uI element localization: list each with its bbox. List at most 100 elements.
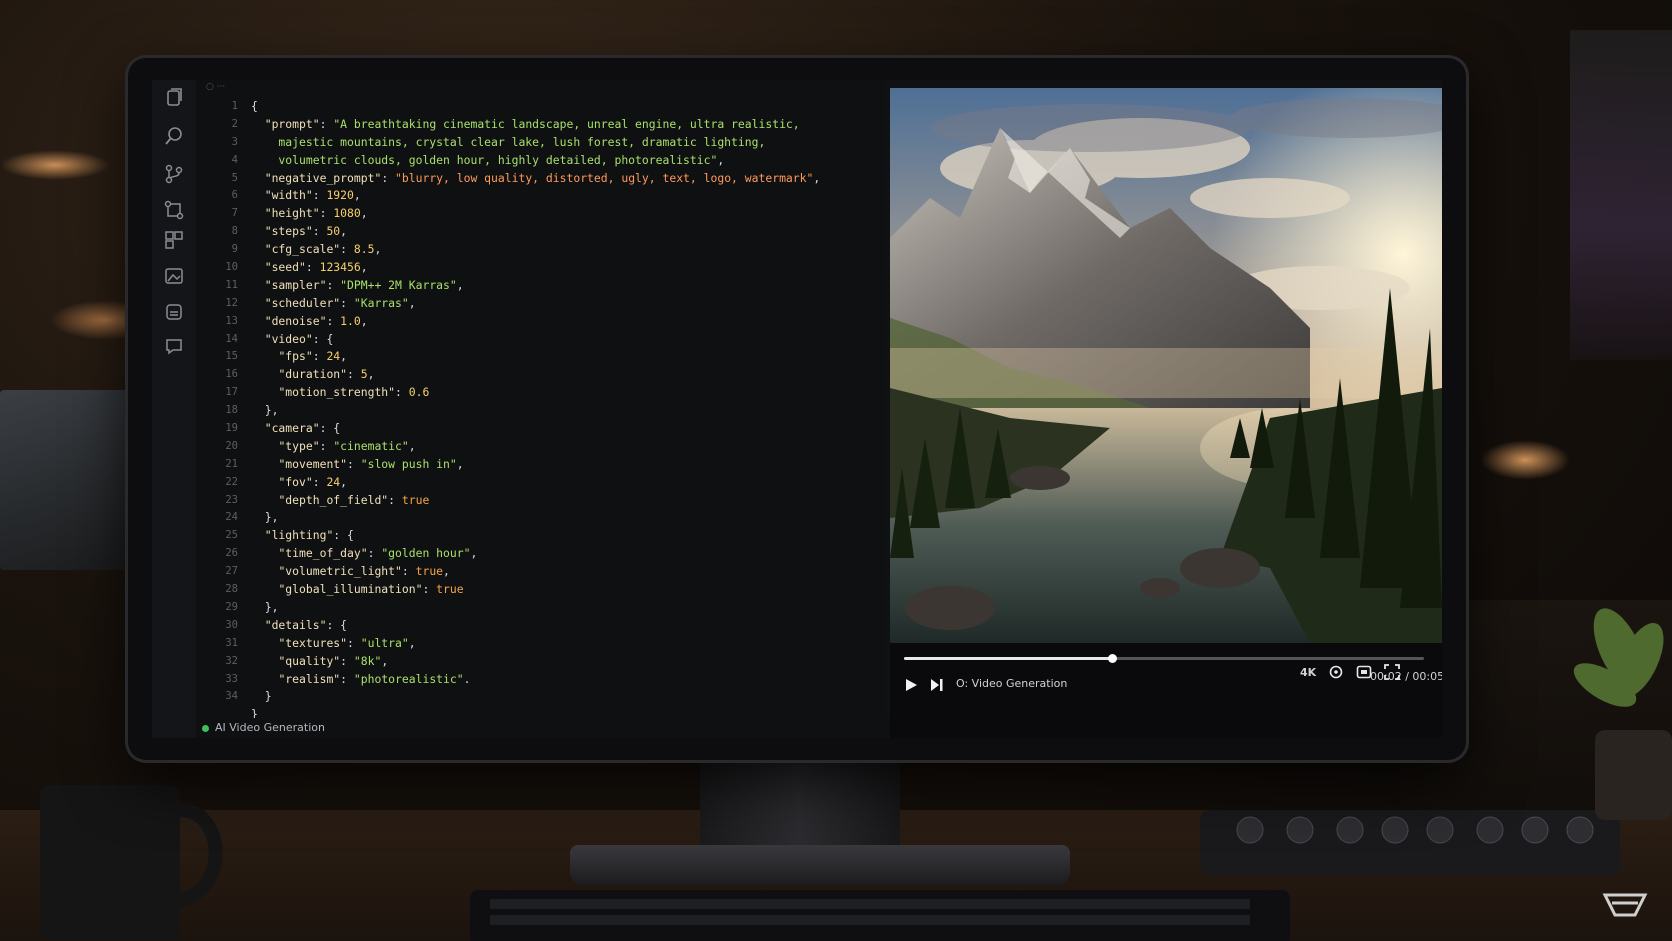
code-token: true [436,582,464,597]
code-line[interactable]: "sampler": "DPM++ 2M Karras", [251,277,881,295]
code-token: "seed" [264,260,306,275]
code-line[interactable]: "negative_prompt": "blurry, low quality,… [251,170,881,188]
code-line[interactable]: "prompt": "A breathtaking cinematic land… [251,116,881,134]
line-number: 12 [225,296,238,309]
code-token: "cfg_scale" [264,242,341,257]
code-token: "scheduler" [264,295,341,310]
code-token: : [347,635,361,650]
code-token: "negative_prompt" [264,170,382,185]
line-number: 32 [225,654,238,667]
code-line[interactable]: "time_of_day": "golden hour", [251,545,881,563]
code-line[interactable]: "seed": 123456, [251,259,881,277]
code-line[interactable]: "scheduler": "Karras", [251,295,881,313]
code-line[interactable]: }, [251,509,881,527]
code-token: "Karras" [353,295,409,310]
code-line[interactable]: "type": "cinematic", [251,438,881,456]
code-token: "slow push in" [360,456,457,471]
search-icon[interactable] [163,126,185,148]
code-line[interactable]: "cfg_scale": 8.5, [251,241,881,259]
run-debug-icon[interactable] [163,200,185,222]
code-token: } [251,689,272,704]
comments-icon[interactable] [163,336,185,358]
video-frame[interactable] [890,88,1442,643]
code-token: "details" [264,617,327,632]
code-line[interactable]: } [251,688,881,706]
code-line[interactable]: majestic mountains, crystal clear lake, … [251,134,881,152]
code-line[interactable]: "denoise": 1.0, [251,313,881,331]
code-token: 24 [326,349,341,364]
code-token: true [415,564,444,579]
code-token: , [353,188,361,203]
code-token: majestic mountains, crystal clear lake, … [251,134,766,149]
source-control-icon[interactable] [163,164,185,186]
code-line[interactable]: "details": { [251,617,881,635]
code-line[interactable]: "lighting": { [251,527,881,545]
code-token: }, [251,403,279,418]
progress-knob[interactable] [1108,654,1117,663]
code-token: "8k" [353,653,382,668]
code-editor[interactable]: ○ ··· 1 2 3 4 5 6 7 8 9 10 11 12 13 14 15 16 17 18 19 20 21 2… [196,80,886,738]
code-token: 1080 [333,206,361,221]
code-token: "fov" [278,474,313,489]
code-content[interactable]: { "prompt": "A breathtaking cinematic la… [251,98,881,724]
code-token: "denoise" [264,313,327,328]
code-line[interactable]: "volumetric_light": true, [251,563,881,581]
code-line[interactable]: "duration": 5, [251,366,881,384]
editor-tab[interactable]: ○ ··· [196,80,886,94]
code-token: 123456 [319,260,361,275]
line-number: 5 [231,171,238,184]
code-token: , [360,206,368,221]
code-token: "movement" [278,456,348,471]
code-token: , [717,152,725,167]
fullscreen-button[interactable] [1384,664,1400,684]
code-token: "steps" [264,224,313,239]
code-line[interactable]: "depth_of_field": true [251,492,881,510]
code-line[interactable]: "textures": "ultra", [251,635,881,653]
code-line[interactable]: "height": 1080, [251,205,881,223]
files-icon[interactable] [163,88,185,110]
line-number-gutter: 1 2 3 4 5 6 7 8 9 10 11 12 13 14 15 16 17 18 19 20 21 22 23 24 2… [196,98,238,706]
code-line[interactable]: "movement": "slow push in", [251,456,881,474]
progress-track[interactable] [904,654,1424,663]
pip-button[interactable] [1356,664,1372,684]
next-button[interactable] [930,677,944,696]
code-line[interactable]: "video": { [251,331,881,349]
code-token: , [340,474,348,489]
code-line[interactable]: "width": 1920, [251,187,881,205]
line-number: 13 [225,314,238,327]
code-line[interactable]: "global_illumination": true [251,581,881,599]
play-button[interactable] [904,677,918,696]
code-token: : [422,582,437,597]
settings-button[interactable] [1328,664,1344,684]
code-line[interactable]: "steps": 50, [251,223,881,241]
code-line[interactable]: }, [251,599,881,617]
extensions-icon[interactable] [163,230,185,252]
settings-icon[interactable] [163,302,185,324]
image-gen-icon[interactable] [163,266,185,288]
line-number: 33 [225,672,238,685]
code-line[interactable]: volumetric clouds, golden hour, highly d… [251,152,881,170]
code-token: 8.5 [353,242,375,257]
code-line[interactable]: "fps": 24, [251,348,881,366]
code-line[interactable]: "quality": "8k", [251,653,881,671]
code-line[interactable]: }, [251,402,881,420]
line-number: 25 [225,529,238,542]
code-line[interactable]: "camera": { [251,420,881,438]
code-line[interactable]: "realism": "photorealistic". [251,671,881,689]
quality-badge[interactable]: 4K [1300,666,1316,679]
line-number: 22 [225,475,238,488]
code-token: : [381,170,396,185]
skip-next-icon [931,679,943,691]
code-line[interactable]: "fov": 24, [251,474,881,492]
code-line[interactable]: "motion_strength": 0.6 [251,384,881,402]
code-token: : [388,492,402,507]
code-line[interactable]: { [251,98,881,116]
video-title: O: Video Generation [956,677,1068,690]
code-token: : [340,295,354,310]
